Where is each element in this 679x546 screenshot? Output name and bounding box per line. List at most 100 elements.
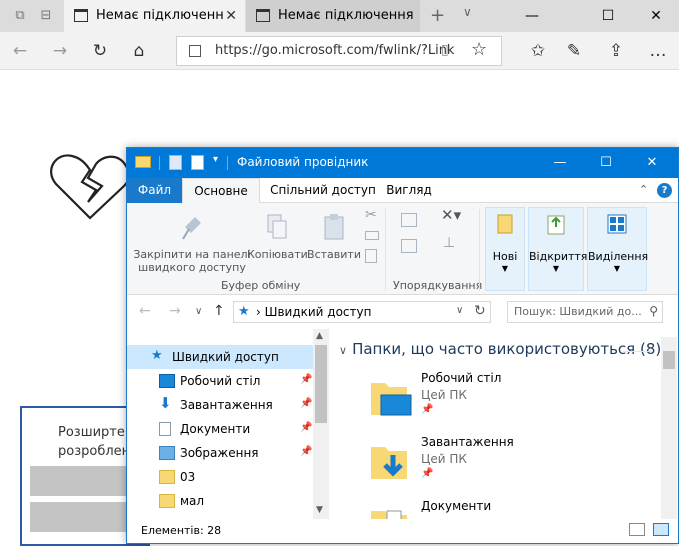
scroll-thumb[interactable] — [315, 345, 327, 423]
pin-label-1: Закріпити на панелі — [133, 248, 251, 261]
sidebar-item-pictures[interactable]: Зображення 📌 — [127, 441, 313, 465]
copy-path-icon[interactable] — [365, 231, 379, 240]
chevron-down-icon[interactable]: ∨ — [463, 5, 472, 19]
close-button[interactable]: ✕ — [633, 0, 679, 32]
large-icons-view-icon[interactable] — [653, 523, 669, 536]
sidebar-item-label: Швидкий доступ — [172, 350, 279, 364]
forward-icon[interactable]: → — [48, 40, 72, 62]
close-button[interactable]: ✕ — [629, 148, 675, 178]
chevron-down-icon: ▼ — [613, 264, 621, 273]
share-icon[interactable]: ⇪ — [604, 40, 628, 62]
nav-scrollbar[interactable]: ▲ ▼ — [313, 329, 329, 519]
close-tab-icon[interactable]: ✕ — [225, 0, 237, 32]
rename-icon[interactable]: ⊥ — [443, 236, 455, 250]
forward-icon[interactable]: → — [169, 303, 181, 319]
move-to-icon[interactable] — [401, 213, 417, 227]
sidebar-item-label: Зображення — [180, 446, 259, 460]
customize-toolbar-icon[interactable]: ▾ — [213, 154, 218, 165]
browser-tab-1[interactable]: Немає підключенн ✕ — [64, 0, 245, 32]
scroll-down-icon[interactable]: ▼ — [316, 505, 323, 515]
refresh-icon[interactable]: ↻ — [88, 40, 112, 62]
sidebar-item-label: Завантаження — [180, 398, 273, 412]
frequent-folders-header[interactable]: ∨ Папки, що часто використовуються (8) — [339, 340, 661, 358]
sidebar-item-documents[interactable]: Документи 📌 — [127, 417, 313, 441]
paste-icon — [324, 214, 344, 240]
new-tab-icon[interactable]: + — [430, 5, 445, 26]
paste-shortcut-icon[interactable] — [365, 249, 377, 263]
chevron-down-icon: ▼ — [501, 264, 509, 273]
organize-group-label: Упорядкування — [393, 279, 483, 292]
tab-home[interactable]: Основне — [182, 178, 260, 204]
status-bar: Елементів: 28 — [127, 519, 678, 543]
sidebar-item-quick-access[interactable]: ★ Швидкий доступ — [127, 345, 313, 369]
chevron-down-icon[interactable]: ∨ — [456, 305, 463, 316]
folder-icon — [135, 156, 151, 168]
path-field[interactable]: ★ › Швидкий доступ ∨ ↻ — [233, 301, 491, 323]
folder-location: Цей ПК — [421, 388, 467, 402]
new-button[interactable]: Нові ▼ — [485, 207, 525, 291]
properties-icon[interactable] — [169, 155, 182, 170]
minimize-button[interactable]: — — [537, 148, 583, 178]
refresh-icon[interactable]: ↻ — [474, 303, 486, 319]
tab-file[interactable]: Файл — [127, 178, 182, 203]
browser-tab-2[interactable]: Немає підключення — [246, 0, 420, 32]
url-text[interactable]: https://go.microsoft.com/fwlink/?Link — [215, 43, 454, 58]
back-icon[interactable]: ← — [139, 303, 151, 319]
details-view-icon[interactable] — [629, 523, 645, 536]
pin-quick-access-button[interactable]: Закріпити на панелі швидкого доступу — [133, 213, 251, 274]
copy-button[interactable]: Копіювати — [247, 213, 308, 261]
open-button[interactable]: Відкриття ▼ — [528, 207, 587, 291]
sidebar-item-label: Документи — [180, 422, 251, 436]
sidebar-item-downloads[interactable]: ⬇ Завантаження 📌 — [127, 393, 313, 417]
pin-icon: 📌 — [421, 468, 434, 479]
paste-button[interactable]: Вставити — [307, 213, 361, 261]
tab-view[interactable]: Вигляд — [381, 178, 437, 203]
pin-icon: 📌 — [300, 374, 313, 385]
download-icon: ⬇ — [159, 394, 172, 412]
copy-to-icon[interactable] — [401, 239, 417, 253]
maximize-button[interactable]: ☐ — [583, 148, 629, 178]
broken-heart-icon — [50, 154, 131, 220]
explorer-address-bar: ← → ∨ ↑ ★ › Швидкий доступ ∨ ↻ Пошук: Шв… — [127, 295, 678, 329]
recent-locations-icon[interactable]: ∨ — [195, 306, 202, 317]
tab-share[interactable]: Спільний доступ — [269, 178, 377, 203]
favorite-star-icon[interactable]: ☆ — [471, 39, 487, 60]
pin-icon: 📌 — [300, 446, 313, 457]
more-icon[interactable]: … — [646, 40, 670, 62]
chevron-up-icon[interactable]: ⌃ — [639, 183, 648, 196]
separator — [227, 156, 228, 170]
delete-icon[interactable]: ✕▾ — [441, 208, 461, 223]
sidebar-item-desktop[interactable]: Робочий стіл 📌 — [127, 369, 313, 393]
search-input[interactable]: Пошук: Швидкий до... ⚲ — [507, 301, 663, 323]
address-bar[interactable]: https://go.microsoft.com/fwlink/?Link ▯ … — [176, 36, 502, 66]
back-icon[interactable]: ← — [8, 40, 32, 62]
scroll-up-icon[interactable]: ▲ — [316, 331, 323, 341]
promo-text: Розширте с розроблен — [58, 423, 136, 461]
folder-item-desktop[interactable]: Робочий стіл Цей ПК 📌 — [369, 371, 569, 427]
navigation-pane: ★ Швидкий доступ Робочий стіл 📌 ⬇ Завант… — [127, 329, 329, 519]
cut-icon[interactable]: ✂ — [365, 208, 377, 222]
breadcrumb[interactable]: › Швидкий доступ — [256, 305, 371, 319]
pen-icon[interactable]: ✎ — [562, 40, 586, 62]
new-label: Нові — [492, 250, 518, 263]
sidebar-item-folder-03[interactable]: 03 — [127, 465, 313, 489]
select-button[interactable]: Виділення ▼ — [587, 207, 648, 291]
minimize-button[interactable]: — — [509, 0, 555, 32]
content-scrollbar[interactable] — [661, 337, 677, 519]
folder-item-downloads[interactable]: Завантаження Цей ПК 📌 — [369, 435, 569, 491]
sidebar-item-folder-mal[interactable]: мал — [127, 489, 313, 513]
favorites-hub-icon[interactable]: ✩ — [526, 40, 550, 62]
folder-name: Документи — [421, 499, 492, 513]
home-icon[interactable]: ⌂ — [127, 40, 151, 62]
separator — [479, 209, 480, 291]
scroll-thumb[interactable] — [663, 351, 675, 369]
file-explorer-window: ▾ Файловий провідник — ☐ ✕ Файл Основне … — [126, 147, 679, 544]
help-icon[interactable]: ? — [657, 183, 672, 198]
up-icon[interactable]: ↑ — [213, 303, 225, 319]
tabs-aside-icon[interactable]: ⊟ — [38, 8, 54, 24]
maximize-button[interactable]: ☐ — [585, 0, 631, 32]
promo-line-2: розроблен — [58, 444, 131, 459]
set-aside-tabs-icon[interactable]: ⧉ — [12, 8, 28, 24]
reading-view-icon[interactable]: ▯ — [441, 42, 449, 58]
new-folder-icon[interactable] — [191, 155, 204, 170]
